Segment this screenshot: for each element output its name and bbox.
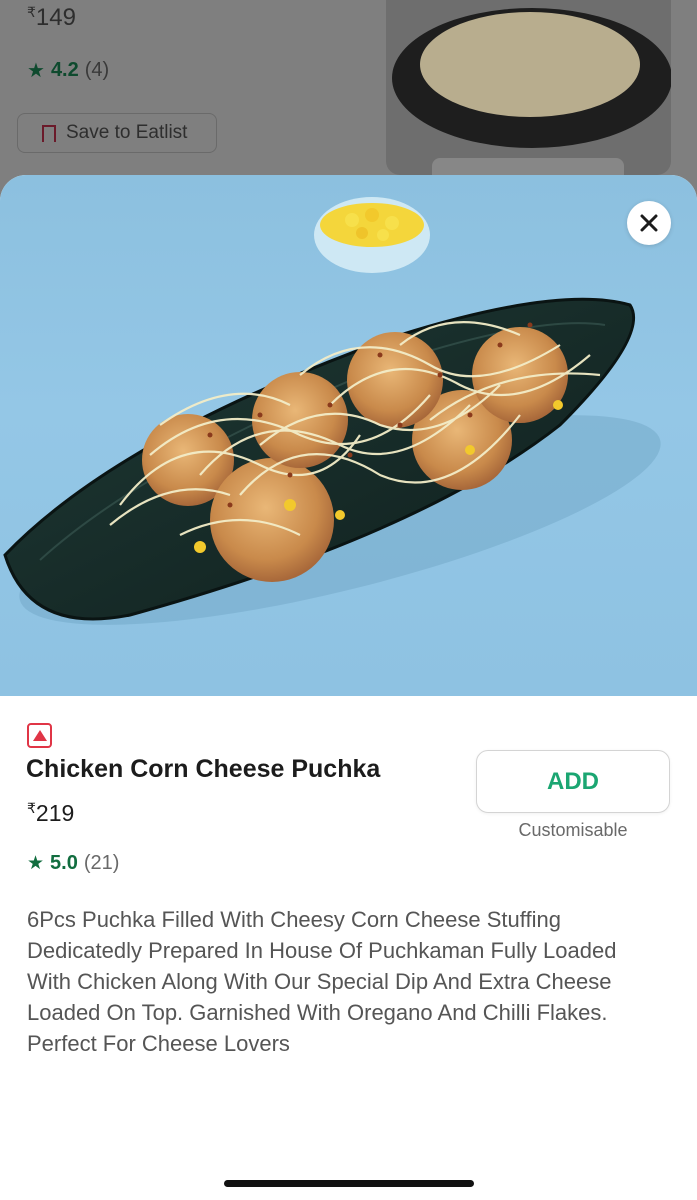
item-description: 6Pcs Puchka Filled With Cheesy Corn Chee…	[27, 907, 617, 1056]
close-icon	[640, 214, 658, 232]
background-item-rating: ★ 4.2 (4)	[27, 59, 110, 82]
rating-count: (21)	[83, 852, 120, 874]
close-button[interactable]	[627, 201, 671, 245]
bookmark-icon	[42, 124, 56, 148]
background-item-image	[386, 0, 671, 175]
star-icon: ★	[27, 60, 45, 82]
item-detail-sheet: Chicken Corn Cheese Puchka ₹219 ★ 5.0 (2…	[0, 175, 697, 1200]
background-item-price: ₹149	[27, 4, 76, 31]
customisable-label: Customisable	[518, 820, 628, 840]
dish-photo	[0, 175, 697, 696]
rating-value: 5.0	[50, 852, 78, 874]
background-menu-item: ₹149 ★ 4.2 (4) Save to Eatlist	[0, 0, 697, 200]
item-price: ₹219	[27, 800, 75, 826]
dish-illustration	[3, 197, 661, 625]
add-button[interactable]: ADD	[476, 750, 670, 813]
save-to-eatlist-button[interactable]: Save to Eatlist	[17, 113, 217, 153]
star-icon: ★	[27, 853, 45, 874]
item-rating: ★ 5.0 (21)	[27, 852, 119, 875]
home-indicator[interactable]	[224, 1180, 474, 1187]
item-name: Chicken Corn Cheese Puchka	[26, 755, 381, 783]
non-veg-indicator-icon	[27, 723, 52, 748]
